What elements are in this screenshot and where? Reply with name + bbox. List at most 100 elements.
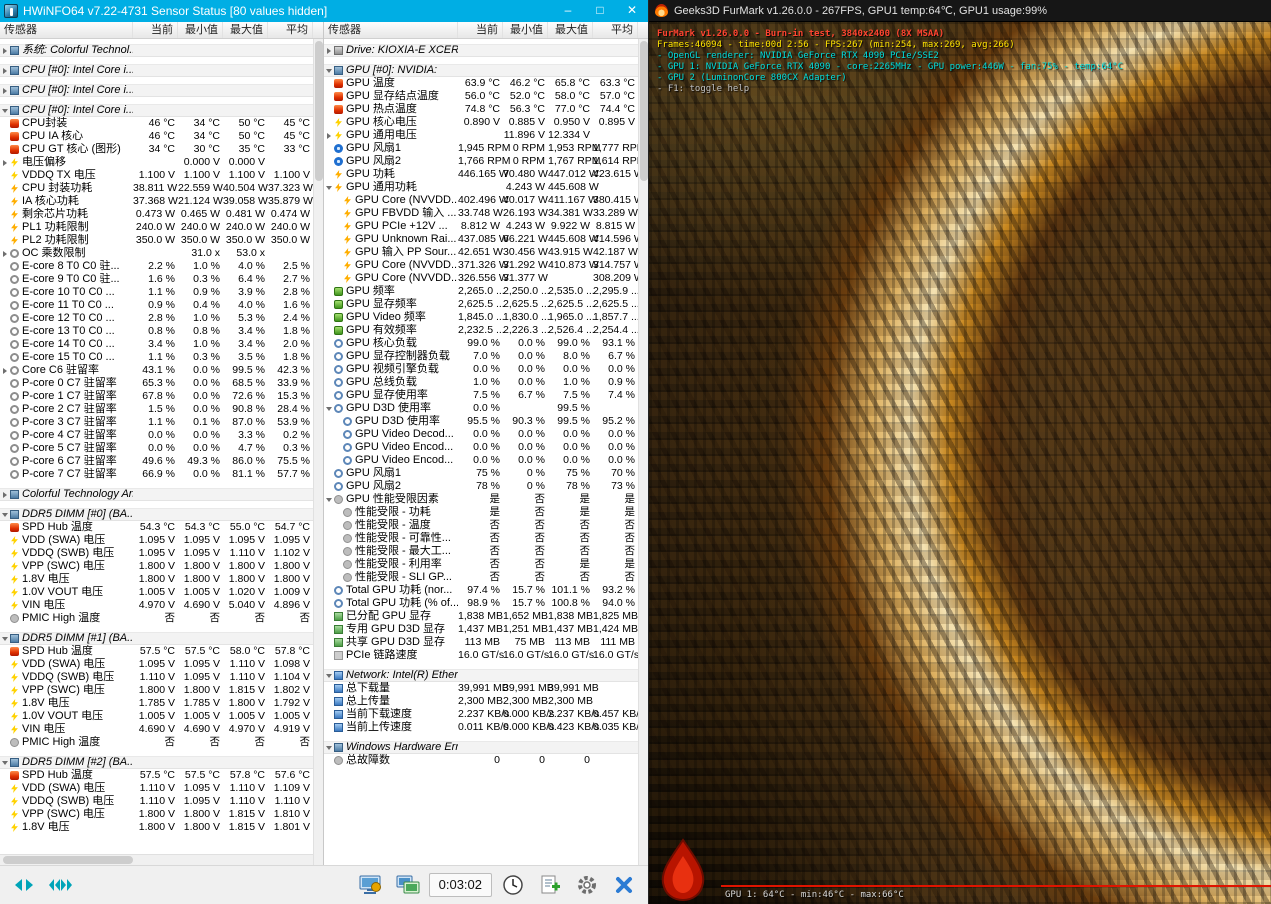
sensor-row[interactable]: VDDQ (SWB) 电压1.110 V1.095 V1.110 V1.104 … [0, 671, 313, 684]
expand-arrow-icon[interactable] [3, 251, 7, 257]
group-row[interactable]: CPU [#0]: Intel Core i... [0, 104, 313, 117]
sensor-row[interactable]: GPU 温度63.9 °C46.2 °C65.8 °C63.3 °C [324, 77, 638, 90]
expand-arrow-icon[interactable] [327, 133, 331, 139]
sensor-row[interactable]: GPU 风扇278 %0 %78 %73 % [324, 480, 638, 493]
sensor-row[interactable]: P-core 5 C7 驻留率0.0 %0.0 %4.7 %0.3 % [0, 442, 313, 455]
sensor-row[interactable]: IA 核心功耗37.368 W21.124 W39.058 W35.879 W [0, 195, 313, 208]
sensor-row[interactable]: GPU FBVDD 输入 ...33.748 W26.193 W34.381 W… [324, 207, 638, 220]
sensor-row[interactable]: GPU Video Decod...0.0 %0.0 %0.0 %0.0 % [324, 428, 638, 441]
sensor-row[interactable]: GPU PCIe +12V ...8.812 W4.243 W9.922 W8.… [324, 220, 638, 233]
sensor-row[interactable]: GPU Video 频率1,845.0 ...1,830.0 ...1,965.… [324, 311, 638, 324]
sensor-row[interactable]: GPU Core (NVVDD...326.556 W31.377 W308.2… [324, 272, 638, 285]
sensor-settings-button[interactable] [355, 871, 387, 899]
report-button[interactable] [534, 871, 566, 899]
sensor-row[interactable]: P-core 6 C7 驻留率49.6 %49.3 %86.0 %75.5 % [0, 455, 313, 468]
sensor-row[interactable]: P-core 0 C7 驻留率65.3 %0.0 %68.5 %33.9 % [0, 377, 313, 390]
group-row[interactable]: DDR5 DIMM [#1] (BA... [0, 632, 313, 645]
vertical-scrollbar[interactable] [313, 39, 323, 865]
nav-arrows-button-2[interactable] [44, 871, 76, 899]
sensor-row[interactable]: GPU Video Encod...0.0 %0.0 %0.0 %0.0 % [324, 454, 638, 467]
expand-arrow-icon[interactable] [3, 368, 7, 374]
sensor-row[interactable]: P-core 4 C7 驻留率0.0 %0.0 %3.3 %0.2 % [0, 429, 313, 442]
sensor-row[interactable]: E-core 10 T0 C0 ...1.1 %0.9 %3.9 %2.8 % [0, 286, 313, 299]
sensor-row[interactable]: GPU D3D 使用率0.0 %99.5 % [324, 402, 638, 415]
sensor-row[interactable]: GPU 风扇11,945 RPM0 RPM1,953 RPM1,777 RPM [324, 142, 638, 155]
column-header[interactable]: 传感器 [324, 22, 458, 38]
column-header[interactable]: 当前 [133, 22, 178, 38]
collapse-arrow-icon[interactable] [326, 407, 332, 411]
expand-arrow-icon[interactable] [3, 48, 7, 54]
scrollbar-thumb[interactable] [3, 856, 133, 864]
horizontal-scrollbar[interactable] [0, 854, 313, 865]
clock-button[interactable] [497, 871, 529, 899]
group-row[interactable]: CPU [#0]: Intel Core i... [0, 84, 313, 97]
sensor-row[interactable]: VPP (SWC) 电压1.800 V1.800 V1.800 V1.800 V [0, 560, 313, 573]
sensor-row[interactable]: VDD (SWA) 电压1.095 V1.095 V1.095 V1.095 V [0, 534, 313, 547]
group-row[interactable]: Windows Hardware Err... [324, 741, 638, 754]
sensor-row[interactable]: VDDQ (SWB) 电压1.110 V1.095 V1.110 V1.110 … [0, 795, 313, 808]
sensor-row[interactable]: 1.0V VOUT 电压1.005 V1.005 V1.020 V1.009 V [0, 586, 313, 599]
column-header[interactable]: 最小值 [178, 22, 223, 38]
sensor-row[interactable]: GPU 显存结点温度56.0 °C52.0 °C58.0 °C57.0 °C [324, 90, 638, 103]
sensor-row[interactable]: E-core 8 T0 C0 驻...2.2 %1.0 %4.0 %2.5 % [0, 260, 313, 273]
multi-monitor-button[interactable] [392, 871, 424, 899]
furmark-titlebar[interactable]: Geeks3D FurMark v1.26.0.0 - 267FPS, GPU1… [649, 0, 1271, 22]
sensor-row[interactable]: GPU 风扇175 %0 %75 %70 % [324, 467, 638, 480]
sensor-row[interactable]: PCIe 链路速度16.0 GT/s16.0 GT/s16.0 GT/s16.0… [324, 649, 638, 662]
sensor-row[interactable]: GPU 显存频率2,625.5 ...2,625.5 ...2,625.5 ..… [324, 298, 638, 311]
sensor-row[interactable]: 总下载量39,991 MB39,991 MB39,991 MB [324, 682, 638, 695]
expand-arrow-icon[interactable] [3, 88, 7, 94]
sensor-row[interactable]: GPU 核心负载99.0 %0.0 %99.0 %93.1 % [324, 337, 638, 350]
group-row[interactable]: Network: Intel(R) Ether... [324, 669, 638, 682]
sensor-row[interactable]: 性能受限 - SLI GP...否否否否 [324, 571, 638, 584]
sensor-row[interactable]: OC 乘数限制31.0 x53.0 x [0, 247, 313, 260]
sensor-row[interactable]: Core C6 驻留率43.1 %0.0 %99.5 %42.3 % [0, 364, 313, 377]
sensor-row[interactable]: VIN 电压4.690 V4.690 V4.970 V4.919 V [0, 723, 313, 736]
sensor-row[interactable]: GPU Core (NVVDD...402.496 W40.017 W411.1… [324, 194, 638, 207]
group-row[interactable]: CPU [#0]: Intel Core i... [0, 64, 313, 77]
sensor-row[interactable]: SPD Hub 温度57.5 °C57.5 °C57.8 °C57.6 °C [0, 769, 313, 782]
collapse-arrow-icon[interactable] [2, 637, 8, 641]
sensor-row[interactable]: 专用 GPU D3D 显存1,437 MB1,251 MB1,437 MB1,4… [324, 623, 638, 636]
sensor-row[interactable]: 性能受限 - 最大工...否否否否 [324, 545, 638, 558]
sensor-row[interactable]: E-core 13 T0 C0 ...0.8 %0.8 %3.4 %1.8 % [0, 325, 313, 338]
column-header[interactable]: 当前 [458, 22, 503, 38]
collapse-arrow-icon[interactable] [326, 674, 332, 678]
sensor-row[interactable]: 已分配 GPU 显存1,838 MB1,652 MB1,838 MB1,825 … [324, 610, 638, 623]
sensor-row[interactable]: GPU 显存控制器负载7.0 %0.0 %8.0 %6.7 % [324, 350, 638, 363]
column-header[interactable]: 最小值 [503, 22, 548, 38]
sensor-row[interactable]: 总上传量2,300 MB2,300 MB2,300 MB [324, 695, 638, 708]
sensor-row[interactable]: 性能受限 - 功耗是否是是 [324, 506, 638, 519]
sensor-row[interactable]: VPP (SWC) 电压1.800 V1.800 V1.815 V1.802 V [0, 684, 313, 697]
group-row[interactable]: Drive: KIOXIA-E XCERI... [324, 44, 638, 57]
expand-arrow-icon[interactable] [327, 48, 331, 54]
sensor-row[interactable]: P-core 2 C7 驻留率1.5 %0.0 %90.8 %28.4 % [0, 403, 313, 416]
expand-arrow-icon[interactable] [3, 160, 7, 166]
scrollbar-thumb[interactable] [640, 41, 648, 181]
sensor-row[interactable]: GPU Unknown Rai...437.085 W66.221 W445.6… [324, 233, 638, 246]
collapse-arrow-icon[interactable] [2, 761, 8, 765]
group-row[interactable]: Colorful Technology An... [0, 488, 313, 501]
sensor-row[interactable]: VDDQ (SWB) 电压1.095 V1.095 V1.110 V1.102 … [0, 547, 313, 560]
collapse-arrow-icon[interactable] [2, 513, 8, 517]
sensor-row[interactable]: E-core 9 T0 C0 驻...1.6 %0.3 %6.4 %2.7 % [0, 273, 313, 286]
sensor-row[interactable]: 性能受限 - 利用率否否是是 [324, 558, 638, 571]
sensor-row[interactable]: GPU D3D 使用率95.5 %90.3 %99.5 %95.2 % [324, 415, 638, 428]
column-header[interactable]: 传感器 [0, 22, 133, 38]
column-header[interactable]: 平均 [593, 22, 638, 38]
maximize-button[interactable]: □ [584, 0, 616, 22]
sensor-row[interactable]: VDD (SWA) 电压1.110 V1.095 V1.110 V1.109 V [0, 782, 313, 795]
sensor-row[interactable]: P-core 7 C7 驻留率66.9 %0.0 %81.1 %57.7 % [0, 468, 313, 481]
sensor-row[interactable]: GPU 风扇21,766 RPM0 RPM1,767 RPM1,614 RPM [324, 155, 638, 168]
sensor-row[interactable]: PMIC High 温度否否否否 [0, 736, 313, 749]
sensor-row[interactable]: GPU 性能受限因素是否是是 [324, 493, 638, 506]
group-row[interactable]: DDR5 DIMM [#2] (BA... [0, 756, 313, 769]
sensor-row[interactable]: VPP (SWC) 电压1.800 V1.800 V1.815 V1.810 V [0, 808, 313, 821]
sensor-row[interactable]: VIN 电压4.970 V4.690 V5.040 V4.896 V [0, 599, 313, 612]
sensor-row[interactable]: 当前下载速度2.237 KB/s0.000 KB/s2.237 KB/s0.45… [324, 708, 638, 721]
collapse-arrow-icon[interactable] [2, 109, 8, 113]
sensor-row[interactable]: 1.0V VOUT 电压1.005 V1.005 V1.005 V1.005 V [0, 710, 313, 723]
sensor-row[interactable]: 共享 GPU D3D 显存113 MB75 MB113 MB111 MB [324, 636, 638, 649]
sensor-row[interactable]: GPU 核心电压0.890 V0.885 V0.950 V0.895 V [324, 116, 638, 129]
sensor-row[interactable]: GPU 功耗446.165 W70.480 W447.012 W423.615 … [324, 168, 638, 181]
